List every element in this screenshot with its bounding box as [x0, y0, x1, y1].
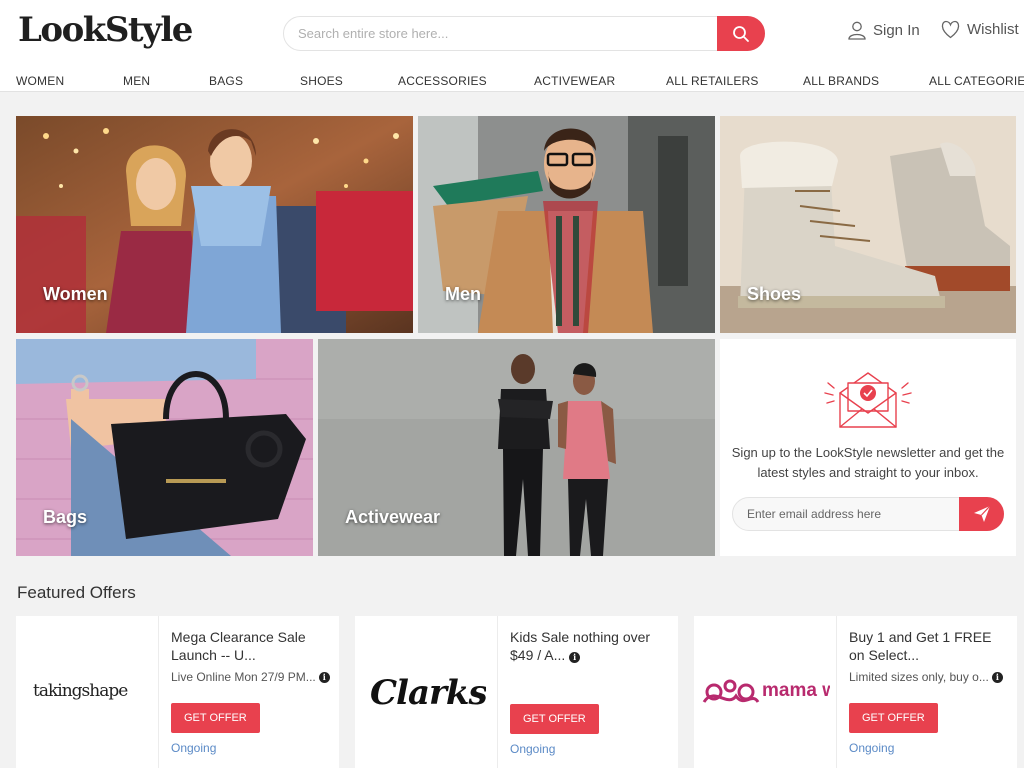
nav-men[interactable]: MEN	[123, 74, 150, 88]
offer-subtitle-text: Limited sizes only, buy o...	[849, 670, 989, 684]
offer-body: Buy 1 and Get 1 FREE on Select... Limite…	[849, 628, 1009, 755]
mamaway-logo: mama way	[702, 679, 830, 703]
send-icon	[973, 505, 990, 522]
newsletter-panel: Sign up to the LookStyle newsletter and …	[720, 339, 1016, 556]
svg-text:Clarks: Clarks	[370, 673, 486, 712]
tile-label-shoes: Shoes	[747, 284, 802, 304]
offer-status: Ongoing	[849, 741, 895, 755]
offer-card: Clarks Kids Sale nothing over $49 / A...…	[355, 616, 678, 768]
wishlist-label: Wishlist	[967, 21, 1019, 38]
offer-status: Ongoing	[171, 741, 217, 755]
get-offer-button[interactable]: GET OFFER	[171, 703, 260, 733]
category-tile-activewear[interactable]: Activewear	[318, 339, 715, 556]
search-input[interactable]	[298, 17, 708, 50]
category-tile-shoes[interactable]: Shoes	[720, 116, 1016, 333]
offer-subtitle-text: Live Online Mon 27/9 PM...	[171, 670, 316, 684]
takingshape-logo: takingshape	[33, 681, 129, 701]
nav-shoes[interactable]: SHOES	[300, 74, 343, 88]
offer-title-text: Kids Sale nothing over $49 / A...	[510, 629, 651, 663]
site-logo[interactable]: LookStyle	[18, 10, 193, 50]
sign-in-link[interactable]: Sign In	[847, 20, 920, 40]
newsletter-submit-button[interactable]	[959, 497, 1004, 531]
retailer-logo-clarks[interactable]: Clarks	[355, 616, 498, 768]
newsletter-text: Sign up to the LookStyle newsletter and …	[731, 445, 1005, 480]
category-tile-women[interactable]: Women	[16, 116, 413, 333]
offer-subtitle	[510, 670, 670, 685]
svg-text:mama way: mama way	[762, 680, 830, 701]
sign-in-label: Sign In	[873, 21, 920, 39]
info-icon[interactable]: i	[569, 652, 581, 663]
tile-label-activewear: Activewear	[345, 507, 441, 527]
offer-title[interactable]: Mega Clearance Sale Launch -- U...	[171, 628, 331, 666]
clarks-logo: Clarks	[370, 673, 486, 712]
category-tile-men[interactable]: Men	[418, 116, 715, 333]
search-icon	[733, 25, 749, 42]
retailer-logo-takingshape[interactable]: takingshape	[16, 616, 159, 768]
category-tile-bags[interactable]: Bags	[16, 339, 313, 556]
info-icon[interactable]: i	[991, 671, 1003, 683]
offer-card: takingshape Mega Clearance Sale Launch -…	[16, 616, 339, 768]
nav-all-retailers[interactable]: ALL RETAILERS	[666, 74, 759, 88]
get-offer-button[interactable]: GET OFFER	[510, 704, 599, 734]
site-header: LookStyle Sign In Wishlist WOMEN MEN BAG…	[0, 0, 1024, 92]
category-nav: WOMEN MEN BAGS SHOES ACCESSORIES ACTIVEW…	[0, 74, 1024, 90]
nav-all-brands[interactable]: ALL BRANDS	[803, 74, 879, 88]
nav-activewear[interactable]: ACTIVEWEAR	[534, 74, 615, 88]
newsletter-email-input[interactable]	[747, 498, 947, 530]
info-icon[interactable]: i	[318, 671, 330, 683]
featured-offers-heading: Featured Offers	[17, 583, 136, 602]
offer-body: Kids Sale nothing over $49 / A... i GET …	[510, 628, 670, 756]
search-button[interactable]	[717, 16, 765, 51]
get-offer-button[interactable]: GET OFFER	[849, 703, 938, 733]
offer-card: mama way Buy 1 and Get 1 FREE on Select.…	[694, 616, 1017, 768]
search-bar	[283, 16, 765, 51]
offer-title[interactable]: Kids Sale nothing over $49 / A... i	[510, 628, 670, 666]
nav-women[interactable]: WOMEN	[16, 74, 64, 88]
tile-label-men: Men	[445, 284, 481, 304]
tile-label-women: Women	[43, 284, 108, 304]
retailer-logo-mamaway[interactable]: mama way	[694, 616, 837, 768]
offer-status: Ongoing	[510, 742, 556, 756]
nav-bags[interactable]: BAGS	[209, 74, 243, 88]
tile-label-bags: Bags	[43, 507, 88, 527]
envelope-heart-icon	[824, 372, 912, 428]
svg-text:takingshape: takingshape	[33, 681, 128, 701]
wishlist-link[interactable]: Wishlist	[940, 20, 1019, 39]
heart-icon	[941, 20, 960, 39]
offer-title[interactable]: Buy 1 and Get 1 FREE on Select...	[849, 628, 1009, 666]
newsletter-form	[732, 497, 1004, 531]
offer-subtitle: Limited sizes only, buy o... i	[849, 670, 1009, 684]
offer-body: Mega Clearance Sale Launch -- U... Live …	[171, 628, 331, 755]
nav-all-categories[interactable]: ALL CATEGORIES	[929, 74, 1024, 88]
offer-subtitle: Live Online Mon 27/9 PM... i	[171, 670, 331, 684]
nav-accessories[interactable]: ACCESSORIES	[398, 74, 487, 88]
user-icon	[848, 21, 866, 40]
